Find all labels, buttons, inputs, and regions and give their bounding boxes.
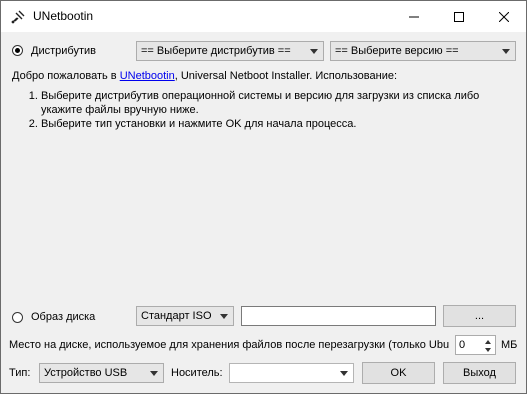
- window-title: UNetbootin: [33, 9, 94, 23]
- welcome-prefix: Добро пожаловать в: [12, 70, 120, 82]
- type-label: Тип:: [9, 367, 31, 379]
- space-value: 0: [459, 339, 466, 351]
- chevron-down-icon: [150, 371, 158, 376]
- exit-button[interactable]: Выход: [443, 362, 516, 384]
- chevron-down-icon: [310, 49, 318, 54]
- instructions-list: Выберите дистрибутив операционной систем…: [21, 89, 521, 131]
- media-label: Носитель:: [171, 367, 223, 379]
- space-label: Место на диске, используемое для хранени…: [9, 339, 450, 351]
- disk-image-path-input[interactable]: [241, 306, 436, 326]
- welcome-text: Добро пожаловать в UNetbootin, Universal…: [12, 70, 397, 82]
- disk-image-type-value: Стандарт ISO: [141, 310, 212, 322]
- distribution-select[interactable]: == Выберите дистрибутив ==: [136, 41, 324, 61]
- distribution-radio[interactable]: [12, 45, 23, 56]
- install-type-select[interactable]: Устройство USB: [39, 363, 164, 383]
- browse-button[interactable]: ...: [443, 305, 516, 327]
- maximize-button[interactable]: [436, 1, 481, 32]
- ok-button[interactable]: OK: [362, 362, 435, 384]
- instruction-item: Выберите дистрибутив операционной систем…: [41, 89, 521, 117]
- distribution-radio-label[interactable]: Дистрибутив: [31, 45, 96, 57]
- spin-down-icon[interactable]: [482, 345, 494, 353]
- install-type-value: Устройство USB: [44, 367, 128, 379]
- distribution-select-value: == Выберите дистрибутив ==: [141, 45, 291, 57]
- unetbootin-window: UNetbootin Дистрибутив == Выберите дистр…: [0, 0, 527, 394]
- minimize-button[interactable]: [391, 1, 436, 32]
- space-spinbox[interactable]: 0: [455, 335, 496, 355]
- instruction-item: Выберите тип установки и нажмите OK для …: [41, 117, 521, 131]
- disk-image-type-select[interactable]: Стандарт ISO: [136, 306, 234, 326]
- unetbootin-link[interactable]: UNetbootin: [120, 70, 175, 82]
- chevron-down-icon: [340, 371, 348, 376]
- disk-image-radio[interactable]: [12, 312, 23, 323]
- chevron-down-icon: [502, 49, 510, 54]
- spin-up-icon[interactable]: [482, 337, 494, 345]
- welcome-suffix: , Universal Netboot Installer. Использов…: [174, 70, 398, 82]
- space-unit: МБ: [501, 339, 518, 351]
- version-select-value: == Выберите версию ==: [335, 45, 459, 57]
- title-bar[interactable]: UNetbootin: [1, 1, 526, 32]
- disk-image-radio-label[interactable]: Образ диска: [31, 311, 95, 323]
- close-button[interactable]: [481, 1, 526, 32]
- version-select[interactable]: == Выберите версию ==: [330, 41, 516, 61]
- media-select[interactable]: [229, 363, 354, 383]
- unetbootin-app-icon: [10, 9, 26, 25]
- chevron-down-icon: [220, 314, 228, 319]
